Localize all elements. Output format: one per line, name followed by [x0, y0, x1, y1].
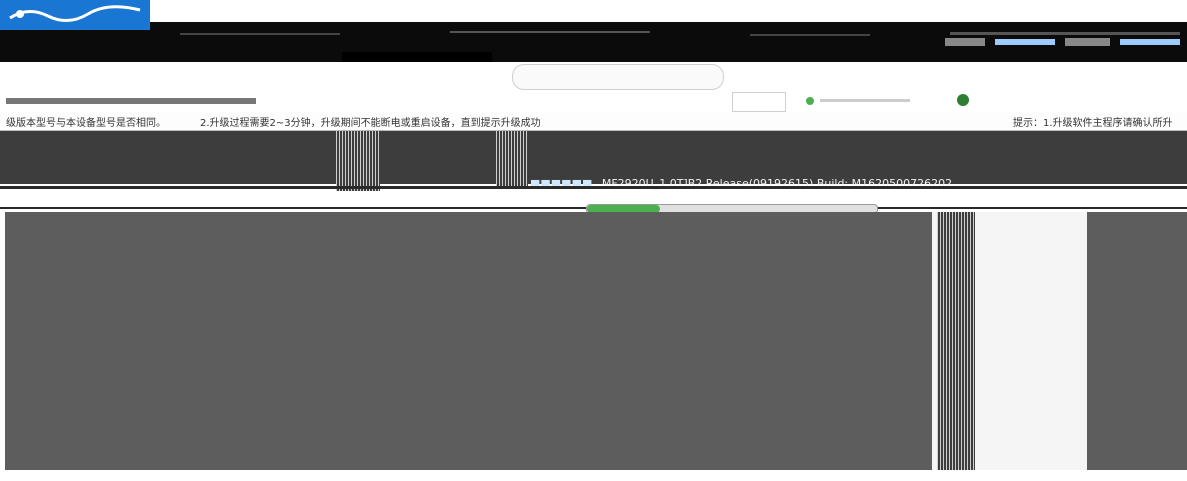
file-select-column[interactable] [336, 131, 380, 191]
notice-header-line [6, 98, 256, 104]
notice-header [0, 94, 1187, 108]
refresh-button[interactable] [732, 92, 786, 112]
side-scrollbar[interactable] [937, 212, 975, 470]
upload-column[interactable] [496, 131, 528, 186]
warning-icon [806, 97, 910, 105]
top-strip [0, 0, 1187, 22]
warning-chip [800, 91, 920, 111]
footer-strip [0, 470, 1187, 481]
header-bar [0, 22, 1187, 88]
notice-requirement-mid: 2.升级过程需要2~3分钟，升级期间不能断电或重启设备，直到提示升级成功 [200, 118, 541, 129]
header-status-icons [945, 38, 1180, 46]
online-status-icon [957, 94, 969, 106]
logo-icon [9, 5, 141, 22]
notice-row [0, 112, 1187, 131]
notice-requirement-left: 级版本型号与本设备型号是否相同。 [6, 118, 166, 129]
divider [0, 186, 1187, 189]
status-pill [512, 64, 724, 90]
notice-tip: 提示：1.升级软件主程序请确认所升 [1013, 118, 1173, 129]
logo [0, 0, 150, 30]
